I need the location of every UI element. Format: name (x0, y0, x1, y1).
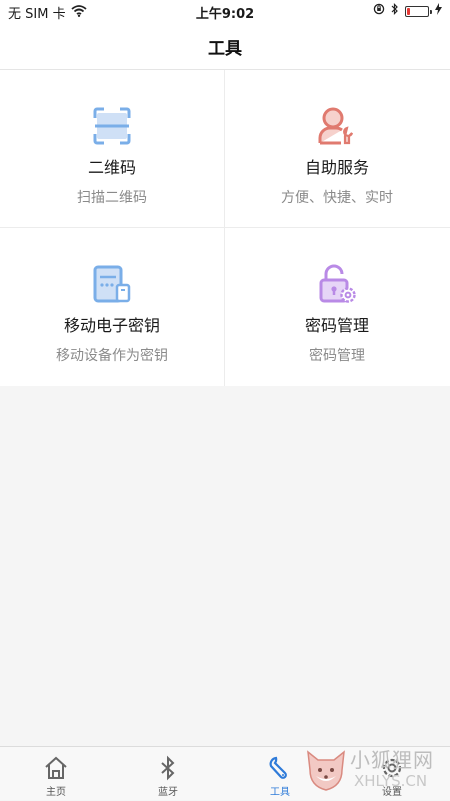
tab-tools-label: 工具 (270, 787, 290, 798)
nav-bar: 工具 (0, 22, 450, 70)
tool-qrcode-title: 二维码 (87, 158, 136, 177)
battery-fill (407, 7, 410, 15)
tab-bar: 主页 蓝牙 工具 设置 小狐狸网 XHLYS.CN (0, 746, 450, 800)
watermark-subtext: XHLYS.CN (354, 772, 428, 790)
tab-bluetooth[interactable]: 蓝牙 (112, 747, 224, 801)
page-title: 工具 (208, 39, 242, 59)
tool-mobile-key[interactable]: 移动电子密钥 移动设备作为密钥 (0, 228, 224, 385)
rotation-lock-icon (373, 3, 385, 19)
tool-self-service-title: 自助服务 (304, 158, 369, 177)
tool-password-management[interactable]: 密码管理 密码管理 (225, 228, 449, 385)
tool-mobile-key-subtitle: 移动设备作为密钥 (56, 348, 168, 364)
bluetooth-icon (155, 755, 181, 781)
wrench-icon (267, 755, 293, 781)
watermark: 小狐狸网 XHLYS.CN (294, 742, 444, 798)
home-icon (43, 755, 69, 781)
battery-icon (405, 5, 432, 17)
mobile-key-icon (92, 264, 132, 304)
tool-self-service-subtitle: 方便、快捷、实时 (281, 190, 393, 206)
user-service-icon (317, 106, 357, 146)
watermark-text: 小狐狸网 (350, 748, 434, 772)
qr-scan-icon (92, 106, 132, 146)
watermark-fox-logo (302, 746, 350, 798)
tools-grid: 二维码 扫描二维码 自助服务 方便、快捷、实时 移动电子密钥 移动设备作为密钥 … (0, 70, 450, 386)
bluetooth-status-icon (391, 3, 399, 19)
tab-home[interactable]: 主页 (0, 747, 112, 801)
tool-qrcode-subtitle: 扫描二维码 (77, 190, 147, 206)
charging-icon (435, 3, 442, 19)
tool-password-management-title: 密码管理 (304, 316, 369, 335)
status-bar: 无 SIM 卡 上午9:02 (0, 0, 450, 22)
tool-qrcode[interactable]: 二维码 扫描二维码 (0, 70, 224, 227)
status-right (373, 3, 442, 19)
tool-mobile-key-title: 移动电子密钥 (63, 316, 160, 335)
tab-home-label: 主页 (46, 787, 66, 798)
tool-password-management-subtitle: 密码管理 (309, 348, 365, 364)
tool-self-service[interactable]: 自助服务 方便、快捷、实时 (225, 70, 449, 227)
lock-gear-icon (317, 264, 357, 304)
tab-bluetooth-label: 蓝牙 (158, 787, 178, 798)
